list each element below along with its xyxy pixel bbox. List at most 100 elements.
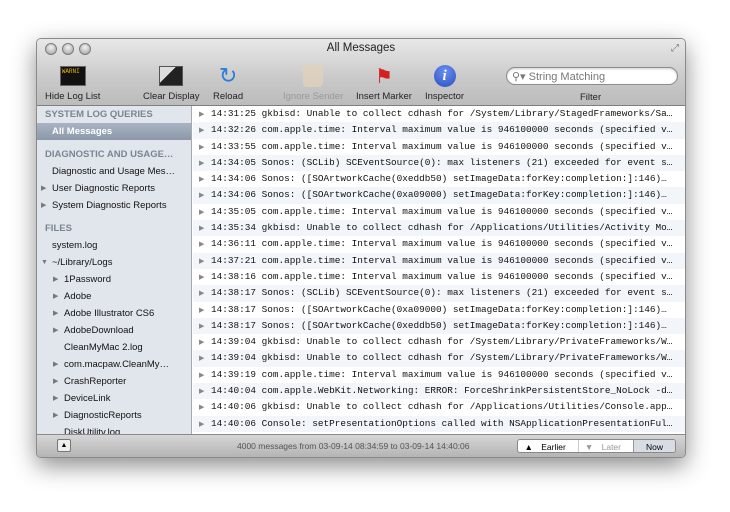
now-button[interactable]: Now: [632, 440, 675, 452]
message-text: 14:40:06 Console: setPresentationOptions…: [211, 417, 673, 429]
log-message-row[interactable]: ▶ 14:34:06 Sonos: ([SOArtworkCache(0xeddb…: [193, 171, 685, 187]
expand-triangle-icon[interactable]: ▶: [199, 106, 204, 122]
time-navigation: ▲ Earlier ▼ Later Now: [517, 439, 676, 453]
log-message-row[interactable]: ▶ 14:40:06 Console: setPresentationOption…: [193, 415, 685, 432]
disclosure-triangle-icon[interactable]: ▶: [53, 390, 58, 407]
search-input[interactable]: ⚲▾ String Matching: [506, 67, 678, 85]
disclosure-triangle-icon[interactable]: ▶: [53, 288, 58, 305]
log-message-row[interactable]: ▶ 14:40:06 gkbisd: Unable to collect cdha…: [193, 399, 685, 415]
now-label: Now: [645, 442, 663, 452]
sidebar-item-all-messages[interactable]: All Messages: [37, 123, 191, 140]
expand-triangle-icon[interactable]: ▶: [199, 220, 204, 236]
expand-triangle-icon[interactable]: ▶: [199, 350, 204, 366]
log-message-row[interactable]: ▶ 14:32:26 com.apple.time: Interval maxim…: [193, 122, 685, 139]
disclosure-triangle-icon[interactable]: ▶: [53, 322, 58, 339]
log-message-row[interactable]: ▶ 14:34:06 Sonos: ([SOArtworkCache(0xa090…: [193, 187, 685, 204]
log-message-row[interactable]: ▶ 14:39:04 gkbisd: Unable to collect cdha…: [193, 334, 685, 350]
show-log-list-button[interactable]: ▲: [57, 439, 71, 452]
disclosure-triangle-icon[interactable]: ▶: [53, 271, 58, 288]
log-message-row[interactable]: ▶ 14:39:19 com.apple.time: Interval maxim…: [193, 367, 685, 383]
sidebar-item-diagnostic-usage[interactable]: Diagnostic and Usage Mes…: [37, 163, 191, 180]
expand-triangle-icon[interactable]: ▶: [199, 122, 204, 138]
item-label: AdobeDownload: [64, 325, 134, 336]
expand-triangle-icon[interactable]: ▶: [199, 155, 204, 171]
expand-triangle-icon[interactable]: ▶: [199, 139, 204, 155]
message-text: 14:34:06 Sonos: ([SOArtworkCache(0xa0900…: [211, 189, 667, 201]
log-message-row[interactable]: ▶ 14:31:25 gkbisd: Unable to collect cdha…: [193, 106, 685, 122]
sidebar-item-system-log[interactable]: system.log: [37, 237, 191, 254]
filter-label: Filter: [580, 92, 602, 103]
sidebar-item-library-logs[interactable]: ▼ ~/Library/Logs: [37, 254, 191, 271]
message-text: 14:37:21 com.apple.time: Interval maximu…: [211, 254, 673, 266]
disclosure-triangle-icon[interactable]: ▶: [53, 407, 58, 424]
sidebar-item-log-folder[interactable]: ▶ 1Password: [37, 271, 191, 288]
sidebar-item-system-diagnostic[interactable]: ▶ System Diagnostic Reports: [37, 197, 191, 214]
item-label: Adobe: [64, 291, 92, 302]
expand-triangle-icon[interactable]: ▶: [199, 367, 204, 383]
sidebar-item-log-folder[interactable]: ▶ Adobe: [37, 288, 191, 305]
item-label: System Diagnostic Reports: [52, 200, 167, 211]
expand-triangle-icon[interactable]: ▶: [199, 383, 204, 399]
reload-button[interactable]: ↻ Reload: [213, 63, 243, 102]
log-message-row[interactable]: ▶ 14:40:04 com.apple.WebKit.Networking: E…: [193, 383, 685, 400]
log-message-row[interactable]: ▶ 14:35:34 gkbisd: Unable to collect cdha…: [193, 220, 685, 237]
later-button[interactable]: ▼ Later: [577, 440, 633, 452]
inspector-button[interactable]: i Inspector: [425, 63, 464, 102]
log-message-row[interactable]: ▶ 14:38:17 Sonos: ([SOArtworkCache(0xeddb…: [193, 317, 685, 335]
later-label: Later: [601, 442, 621, 452]
expand-triangle-icon[interactable]: ▶: [199, 187, 204, 203]
sidebar-item-log-folder[interactable]: ▶ AdobeDownload: [37, 322, 191, 339]
disclosure-triangle-icon[interactable]: ▶: [53, 373, 58, 390]
log-message-row[interactable]: ▶ 14:34:05 Sonos: (SCLib) SCEventSource(0…: [193, 154, 685, 172]
sidebar-item-log-folder[interactable]: ▶ CrashReporter: [37, 373, 191, 390]
item-label: DeviceLink: [64, 393, 111, 404]
expand-triangle-icon[interactable]: ▶: [199, 416, 204, 432]
expand-triangle-icon[interactable]: ▶: [199, 285, 204, 301]
sidebar-item-log-folder[interactable]: ▶ DiagnosticReports: [37, 407, 191, 424]
hide-log-list-button[interactable]: WARNI Hide Log List: [45, 63, 100, 102]
sidebar-item-log-folder[interactable]: CleanMyMac 2.log: [37, 339, 191, 356]
expand-triangle-icon[interactable]: ▶: [199, 334, 204, 350]
section-header-diagnostic: DIAGNOSTIC AND USAGE…: [45, 149, 174, 160]
log-list-icon: WARNI: [59, 66, 86, 86]
log-message-row[interactable]: ▶ 14:35:05 com.apple.time: Interval maxim…: [193, 204, 685, 220]
message-text: 14:34:06 Sonos: ([SOArtworkCache(0xeddb5…: [211, 173, 667, 185]
disclosure-triangle-open-icon[interactable]: ▼: [41, 254, 48, 271]
expand-triangle-icon[interactable]: ▶: [199, 399, 204, 415]
expand-triangle-icon[interactable]: ▶: [199, 318, 204, 334]
expand-triangle-icon[interactable]: ▶: [199, 204, 204, 220]
message-list[interactable]: ▶ 14:31:25 gkbisd: Unable to collect cdha…: [193, 106, 685, 436]
disclosure-triangle-icon[interactable]: ▶: [53, 356, 58, 373]
disclosure-triangle-icon[interactable]: ▶: [41, 197, 46, 214]
expand-triangle-icon[interactable]: ▶: [199, 269, 204, 285]
message-text: 14:40:04 com.apple.WebKit.Networking: ER…: [211, 385, 673, 397]
clear-display-button[interactable]: Clear Display: [143, 63, 200, 102]
sidebar-item-log-folder[interactable]: ▶ DeviceLink: [37, 390, 191, 407]
log-message-row[interactable]: ▶ 14:37:21 com.apple.time: Interval maxim…: [193, 252, 685, 269]
sidebar-item-user-diagnostic[interactable]: ▶ User Diagnostic Reports: [37, 180, 191, 197]
fullscreen-icon[interactable]: ⤢: [671, 43, 679, 54]
log-message-row[interactable]: ▶ 14:39:04 gkbisd: Unable to collect cdha…: [193, 350, 685, 367]
expand-triangle-icon[interactable]: ▶: [199, 171, 204, 187]
sidebar-item-log-folder[interactable]: ▶ Adobe Illustrator CS6: [37, 305, 191, 322]
log-message-row[interactable]: ▶ 14:38:17 Sonos: (SCLib) SCEventSource(0…: [193, 285, 685, 302]
expand-triangle-icon[interactable]: ▶: [199, 236, 204, 252]
log-message-row[interactable]: ▶ 14:36:11 com.apple.time: Interval maxim…: [193, 236, 685, 252]
log-message-row[interactable]: ▶ 14:38:16 com.apple.time: Interval maxim…: [193, 269, 685, 285]
expand-triangle-icon[interactable]: ▶: [199, 253, 204, 269]
insert-marker-label: Insert Marker: [356, 91, 412, 102]
disclosure-triangle-icon[interactable]: ▶: [53, 305, 58, 322]
item-label: User Diagnostic Reports: [52, 183, 155, 194]
sidebar-item-log-folder[interactable]: ▶ com.macpaw.CleanMy…: [37, 356, 191, 373]
ignore-sender-button[interactable]: Ignore Sender: [283, 63, 343, 102]
section-header-files: FILES: [45, 223, 72, 234]
message-text: 14:33:55 com.apple.time: Interval maximu…: [211, 140, 673, 152]
expand-triangle-icon[interactable]: ▶: [199, 302, 204, 318]
disclosure-triangle-icon[interactable]: ▶: [41, 180, 46, 197]
insert-marker-button[interactable]: ⚑ Insert Marker: [356, 63, 412, 103]
log-message-row[interactable]: ▶ 14:33:55 com.apple.time: Interval maxim…: [193, 139, 685, 155]
earlier-button[interactable]: ▲ Earlier: [518, 440, 577, 452]
message-text: 14:35:34 gkbisd: Unable to collect cdhas…: [211, 222, 673, 234]
status-bar: ▲ 4000 messages from 03-09-14 08:34:59 t…: [37, 434, 685, 457]
log-message-row[interactable]: ▶ 14:38:17 Sonos: ([SOArtworkCache(0xa090…: [193, 302, 685, 318]
